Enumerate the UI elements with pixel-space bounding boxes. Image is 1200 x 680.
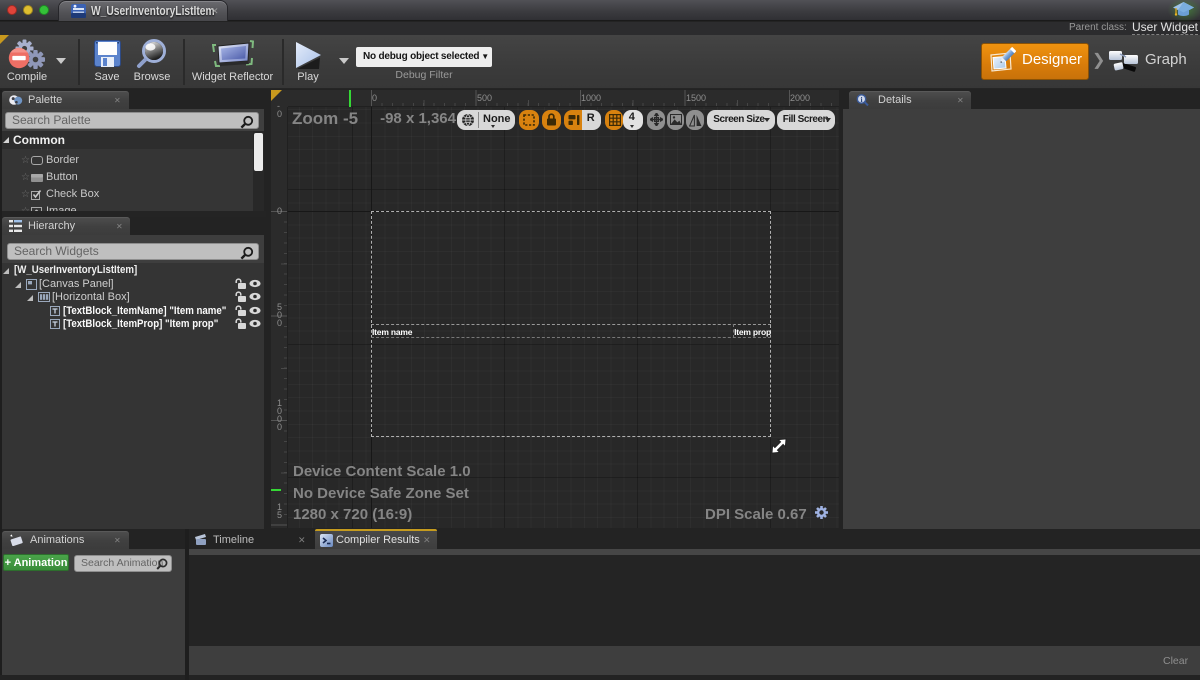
svg-text:i: i [860, 95, 862, 104]
